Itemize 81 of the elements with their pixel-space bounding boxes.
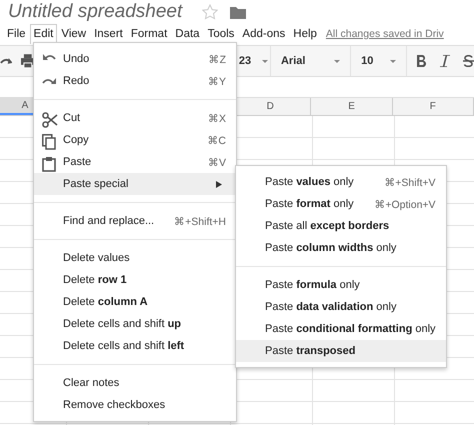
redo-icon[interactable] <box>0 55 12 67</box>
menu-item[interactable]: Format <box>126 24 172 44</box>
menu-item[interactable]: Paste column widths only <box>236 237 446 259</box>
menu-item[interactable]: Tools <box>204 24 238 44</box>
menu-item[interactable]: Paste conditional formatting only <box>236 318 446 340</box>
menu-item-label: Delete cells and shift left <box>63 340 186 352</box>
menu-item-label: Find and replace... <box>63 215 156 227</box>
menu-item[interactable]: Find and replace... ⌘+Shift+H <box>34 210 236 232</box>
menu-item-label: Remove checkboxes <box>63 399 166 411</box>
menu-item[interactable]: Paste formula only <box>236 274 446 296</box>
menu-item[interactable]: Remove checkboxes <box>34 394 236 416</box>
shortcut-text: ⌘+Option+V <box>374 198 436 210</box>
menu-item[interactable]: Delete cells and shift left <box>34 335 236 357</box>
menu-item[interactable]: Paste ⌘V <box>34 151 236 173</box>
menu-item-label: Paste conditional formatting only <box>265 323 436 335</box>
menu-item-label: Paste special <box>63 178 130 190</box>
column-header[interactable]: E <box>311 98 393 115</box>
caret-icon <box>262 60 268 62</box>
shortcut-text: ⌘Z <box>208 52 226 66</box>
clipboard-icon <box>42 156 56 172</box>
menu-item-label: Paste format only <box>265 198 355 210</box>
menu-item[interactable]: Insert <box>90 24 127 44</box>
bold-icon[interactable] <box>416 55 426 67</box>
strikethrough-icon[interactable] <box>463 55 474 67</box>
menu-item[interactable]: Redo ⌘Y <box>34 70 236 92</box>
shortcut-text: ⌘C <box>207 134 226 146</box>
italic-icon[interactable] <box>439 55 450 67</box>
shortcut-text: ⌘+Shift+H <box>174 214 226 228</box>
menu-item[interactable]: Delete row 1 <box>34 269 236 291</box>
menu-item-label: Paste formula only <box>265 279 361 291</box>
menu-item-label: Paste column widths only <box>265 242 398 254</box>
menu-item[interactable]: Add-ons <box>238 24 290 44</box>
shortcut-text: ⌘X <box>208 112 226 124</box>
menu-item[interactable]: Paste all except borders <box>236 215 446 237</box>
menu-item-label: Paste <box>63 156 92 168</box>
menu-item[interactable]: Delete column A <box>34 291 236 313</box>
menu-item-label: Undo <box>63 53 90 65</box>
caret-icon <box>390 60 396 62</box>
menu-item-label: Delete row 1 <box>63 274 128 286</box>
menu-item[interactable]: Paste format only ⌘+Option+V <box>236 193 446 215</box>
menu-item-label: Delete values <box>63 252 131 264</box>
menu-item[interactable]: Delete cells and shift up <box>34 313 236 335</box>
menu-item[interactable]: Help <box>289 24 321 44</box>
shortcut-text: ⌘V <box>208 156 226 168</box>
menu-item-label: Redo <box>63 75 90 87</box>
menu-item-label: Copy <box>63 134 90 146</box>
menu-item-label: Paste transposed <box>265 345 356 357</box>
caret-icon <box>334 60 340 62</box>
column-header[interactable]: F <box>392 98 474 115</box>
menu-item[interactable]: Delete values <box>34 247 236 269</box>
copy-icon <box>42 134 56 150</box>
menu-item[interactable]: Paste special <box>34 173 236 195</box>
font-size-dropdown[interactable]: 10 <box>350 46 406 76</box>
printer-icon[interactable] <box>20 54 34 68</box>
star-icon[interactable] <box>202 4 218 20</box>
menu-item[interactable]: File <box>3 24 30 44</box>
menu-item-label: Delete column A <box>63 296 149 308</box>
save-status-link[interactable]: All changes saved in Driv <box>326 28 444 44</box>
menu-item[interactable]: Copy ⌘C <box>34 129 236 151</box>
menu-item-label: Paste values only <box>265 176 355 188</box>
menu-item[interactable]: View <box>57 24 90 44</box>
scissors-icon <box>42 112 58 128</box>
shortcut-text: ⌘Y <box>208 74 226 88</box>
menu-item[interactable]: Paste transposed <box>236 340 446 362</box>
menu-item[interactable]: Undo ⌘Z <box>34 48 236 70</box>
menu-item-label: Paste all except borders <box>265 220 390 232</box>
font-dropdown[interactable]: Arial <box>270 46 350 76</box>
menu-item-label: Paste data validation only <box>265 301 398 313</box>
menu-item-label: Clear notes <box>63 377 120 389</box>
menu-item[interactable]: Data <box>171 24 204 44</box>
menu-item[interactable]: Edit <box>30 24 58 44</box>
menu-item[interactable]: Paste values only ⌘+Shift+V <box>236 171 446 193</box>
menu-item[interactable]: Paste data validation only <box>236 296 446 318</box>
number-format-dropdown[interactable]: 23 <box>236 46 270 76</box>
menu-item[interactable]: Clear notes <box>34 372 236 394</box>
menu-item-label: Delete cells and shift up <box>63 318 182 330</box>
shortcut-text: ⌘+Shift+V <box>384 176 436 188</box>
document-title[interactable]: Untitled spreadsheet <box>8 1 182 23</box>
folder-icon[interactable] <box>230 5 246 19</box>
menu-item-label: Cut <box>63 112 82 124</box>
undo-icon <box>42 53 56 61</box>
